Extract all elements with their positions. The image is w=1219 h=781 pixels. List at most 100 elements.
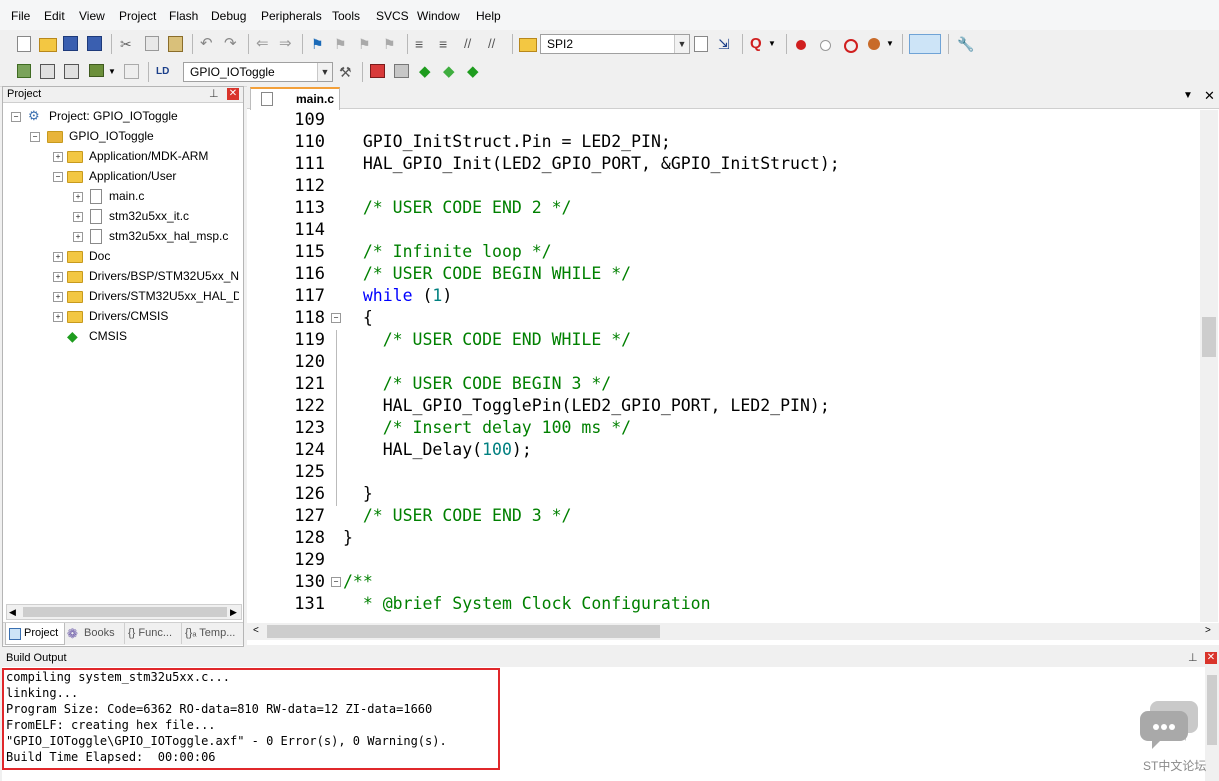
copy-icon[interactable] xyxy=(145,36,159,51)
tree-item-file[interactable]: + stm32u5xx_hal_msp.c xyxy=(7,226,243,246)
chevron-down-icon[interactable]: ▼ xyxy=(674,35,689,53)
scroll-right-icon[interactable]: ▶ xyxy=(230,605,237,619)
pack-installer-icon[interactable]: ◆ xyxy=(443,64,459,80)
fold-icon[interactable]: − xyxy=(331,313,341,323)
scroll-thumb[interactable] xyxy=(1207,675,1217,745)
code-line[interactable]: HAL_GPIO_Init(LED2_GPIO_PORT, &GPIO_Init… xyxy=(343,154,840,173)
scroll-thumb[interactable] xyxy=(1202,317,1216,357)
tree-item-group[interactable]: + Drivers/CMSIS xyxy=(7,306,243,326)
code-line[interactable]: * @brief System Clock Configuration xyxy=(343,594,711,613)
close-icon[interactable]: ✕ xyxy=(227,88,239,100)
tree-item-component[interactable]: ◆ CMSIS xyxy=(7,326,243,346)
project-target-combo[interactable]: GPIO_IOToggle ▼ xyxy=(183,62,333,82)
expand-icon[interactable]: + xyxy=(53,292,63,302)
fold-icon[interactable]: − xyxy=(331,577,341,587)
expand-icon[interactable]: + xyxy=(73,232,83,242)
chevron-down-icon[interactable]: ▼ xyxy=(886,36,902,52)
tree-item-project[interactable]: − ⚙ Project: GPIO_IOToggle xyxy=(7,106,243,126)
expand-icon[interactable]: + xyxy=(73,212,83,222)
build-icon[interactable] xyxy=(40,64,55,79)
tab-functions[interactable]: {} Func... xyxy=(124,623,181,644)
bookmark-icon[interactable]: ⚑ xyxy=(311,36,327,52)
menu-view[interactable]: View xyxy=(79,9,105,23)
close-icon[interactable]: ✕ xyxy=(1204,88,1215,104)
menu-svcs[interactable]: SVCS xyxy=(376,9,409,23)
tab-books[interactable]: ❁ Books xyxy=(66,623,120,644)
scroll-thumb[interactable] xyxy=(23,607,227,617)
tree-item-group[interactable]: + Application/MDK-ARM xyxy=(7,146,243,166)
code-line[interactable]: } xyxy=(343,484,373,503)
code-line[interactable]: /* Infinite loop */ xyxy=(343,242,552,261)
scroll-left-icon[interactable]: < xyxy=(253,625,259,636)
tab-templates[interactable]: {}ₐ Temp... xyxy=(181,623,242,644)
code-line[interactable]: } xyxy=(343,528,353,547)
code-line[interactable]: GPIO_InitStruct.Pin = LED2_PIN; xyxy=(343,132,671,151)
code-line[interactable]: /* USER CODE END 3 */ xyxy=(343,506,572,525)
code-line[interactable]: /** xyxy=(343,572,373,591)
batch-build-icon[interactable] xyxy=(89,64,104,77)
code-area[interactable]: 109 110 GPIO_InitStruct.Pin = LED2_PIN; 11… xyxy=(247,110,1199,622)
chevron-down-icon[interactable]: ▼ xyxy=(317,63,332,81)
next-bookmark-icon[interactable]: ⚑ xyxy=(358,36,374,52)
scroll-left-icon[interactable]: ◀ xyxy=(9,605,16,619)
target-options-icon[interactable]: ⚒ xyxy=(339,64,355,80)
uncomment-icon[interactable]: // xyxy=(488,36,504,52)
expand-icon[interactable]: + xyxy=(53,152,63,162)
expand-icon[interactable]: + xyxy=(53,312,63,322)
code-line[interactable]: HAL_GPIO_TogglePin(LED2_GPIO_PORT, LED2_… xyxy=(343,396,830,415)
save-all-icon[interactable] xyxy=(87,36,102,51)
tree-item-file[interactable]: + stm32u5xx_it.c xyxy=(7,206,243,226)
pin-icon[interactable]: ⊥ xyxy=(209,87,219,100)
open-file-icon[interactable] xyxy=(39,38,57,52)
translate-icon[interactable] xyxy=(17,64,31,78)
find-icon[interactable] xyxy=(694,36,708,52)
menu-tools[interactable]: Tools xyxy=(332,9,360,23)
cut-icon[interactable]: ✂ xyxy=(120,36,136,52)
menu-debug[interactable]: Debug xyxy=(211,9,246,23)
build-output-vscrollbar[interactable] xyxy=(1205,667,1219,781)
code-line[interactable]: while (1) xyxy=(343,286,452,305)
debug-session-icon[interactable]: Q xyxy=(750,36,766,52)
menu-file[interactable]: File xyxy=(11,9,30,23)
indent-icon[interactable]: ≡ xyxy=(415,36,431,52)
prev-bookmark-icon[interactable]: ⚑ xyxy=(334,36,350,52)
unindent-icon[interactable]: ≡ xyxy=(439,36,455,52)
rebuild-icon[interactable] xyxy=(64,64,79,79)
code-line[interactable]: /* Insert delay 100 ms */ xyxy=(343,418,631,437)
pin-icon[interactable]: ⊥ xyxy=(1188,651,1198,664)
target-combo[interactable]: SPI2 ▼ xyxy=(540,34,690,54)
collapse-icon[interactable]: − xyxy=(53,172,63,182)
chevron-down-icon[interactable]: ▼ xyxy=(108,64,124,80)
code-line[interactable]: HAL_Delay(100); xyxy=(343,440,532,459)
tree-item-file[interactable]: + main.c xyxy=(7,186,243,206)
clear-bookmarks-icon[interactable]: ⚑ xyxy=(383,36,399,52)
comment-icon[interactable]: // xyxy=(464,36,480,52)
editor-vscrollbar[interactable] xyxy=(1200,110,1218,622)
clear-breakpoints-icon[interactable] xyxy=(844,39,858,53)
menu-flash[interactable]: Flash xyxy=(169,9,198,23)
tree-item-group[interactable]: + Doc xyxy=(7,246,243,266)
chevron-down-icon[interactable]: ▼ xyxy=(768,36,784,52)
collapse-icon[interactable]: − xyxy=(11,112,21,122)
new-file-icon[interactable] xyxy=(17,36,31,52)
scroll-right-icon[interactable]: > xyxy=(1205,625,1211,636)
close-icon[interactable]: ✕ xyxy=(1205,652,1217,664)
menu-project[interactable]: Project xyxy=(119,9,156,23)
stop-build-icon[interactable] xyxy=(124,64,139,79)
tree-item-group[interactable]: + Drivers/BSP/STM32U5xx_Nuc xyxy=(7,266,239,286)
editor-hscrollbar[interactable]: < > xyxy=(247,623,1219,640)
nav-forward-icon[interactable]: ⇒ xyxy=(279,36,295,52)
code-line[interactable]: { xyxy=(343,308,373,327)
menu-peripherals[interactable]: Peripherals xyxy=(261,9,322,23)
window-layout-icon[interactable] xyxy=(909,34,941,54)
scroll-thumb[interactable] xyxy=(267,625,660,638)
menu-help[interactable]: Help xyxy=(476,9,501,23)
paste-icon[interactable] xyxy=(168,36,183,52)
expand-icon[interactable]: + xyxy=(73,192,83,202)
manage-components-icon[interactable] xyxy=(370,64,385,78)
find-in-files-icon[interactable] xyxy=(519,38,537,52)
wrench-icon[interactable]: 🔧 xyxy=(957,36,974,52)
code-line[interactable]: /* USER CODE BEGIN 3 */ xyxy=(343,374,611,393)
code-line[interactable]: /* USER CODE END 2 */ xyxy=(343,198,572,217)
manage-runtime-icon[interactable]: ◆ xyxy=(467,64,483,80)
